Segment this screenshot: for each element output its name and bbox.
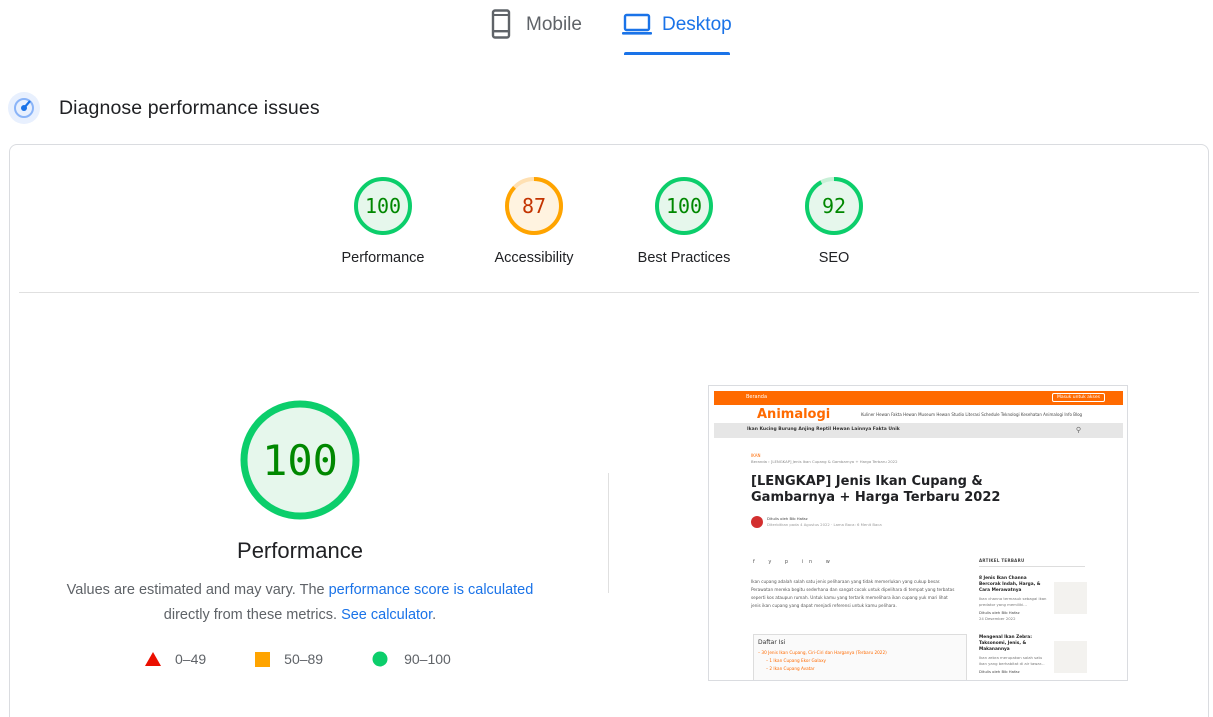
- thumb-toc-title: Daftar Isi: [758, 639, 786, 646]
- gauge-score: 100: [666, 194, 702, 218]
- thumb-article-image: [1054, 582, 1087, 614]
- legend-range: 0–49: [175, 651, 207, 667]
- legend-pass: 90–100: [372, 651, 451, 667]
- thumb-sidebar-article: 8 Jenis Ikan Channa Bercorak Indah, Harg…: [979, 576, 1087, 622]
- legend-average: 50–89: [255, 651, 323, 667]
- note-text: Values are estimated and may vary. The: [66, 582, 329, 598]
- circle-icon: [372, 651, 388, 667]
- triangle-icon: [145, 652, 161, 666]
- thumb-article-desc: Ikan zebra merupakan salah satu ikan yan…: [979, 655, 1045, 666]
- gauge-label: Performance: [341, 250, 425, 266]
- divider: [979, 566, 1085, 567]
- legend-range: 50–89: [284, 651, 324, 667]
- performance-gauge-large: 100: [239, 399, 361, 521]
- gauge-score: 92: [822, 194, 846, 218]
- gauge-performance[interactable]: 100 Performance: [323, 175, 443, 266]
- avatar: [751, 516, 763, 528]
- thumb-headline: [LENGKAP] Jenis Ikan Cupang & Gambarnya …: [751, 474, 1001, 505]
- legend-fail: 0–49: [145, 651, 206, 667]
- thumb-categories: Ikan Kucing Burung Anjing Reptil Hewan L…: [747, 427, 900, 432]
- speedometer-icon: [8, 92, 40, 124]
- thumb-sidebar-article: Mengenal Ikan Zebra: Taksonomi, Jenis, &…: [979, 635, 1087, 675]
- tab-desktop-label: Desktop: [662, 14, 732, 35]
- thumb-share-icons: f y p in w: [753, 559, 836, 565]
- performance-score: 100: [262, 436, 338, 485]
- thumb-author-meta: Diterbitkan pada 4 Agustus 2022 · Lama B…: [767, 522, 882, 527]
- tab-mobile-label: Mobile: [526, 14, 582, 35]
- thumb-article-image: [1054, 641, 1087, 673]
- thumb-tag: IKAN: [751, 453, 761, 458]
- gauge-ring: 100: [655, 177, 713, 235]
- gauge-label: SEO: [818, 250, 850, 266]
- section-title: Diagnose performance issues: [59, 96, 320, 119]
- laptop-icon: [622, 8, 652, 40]
- thumb-category-bar: Ikan Kucing Burung Anjing Reptil Hewan L…: [714, 423, 1123, 438]
- active-tab-indicator: [624, 52, 730, 55]
- thumb-topbar: Beranda Masuk untuk akses: [714, 391, 1123, 405]
- thumb-paragraph: Ikan cupang adalah salah satu jenis peli…: [751, 579, 955, 608]
- gauge-ring: 87: [505, 177, 563, 235]
- note-text: directly from these metrics.: [163, 607, 342, 623]
- thumb-logo: Animalogi: [757, 407, 831, 422]
- performance-score-link[interactable]: performance score is calculated: [329, 582, 534, 598]
- performance-title: Performance: [237, 538, 363, 563]
- square-icon: [255, 651, 271, 667]
- gauge-ring: 92: [805, 177, 863, 235]
- tab-desktop[interactable]: Desktop: [622, 8, 734, 56]
- divider: [19, 292, 1199, 293]
- see-calculator-link[interactable]: See calculator: [341, 607, 432, 623]
- thumb-author: Ditulis oleh Bib Hafaz Diterbitkan pada …: [751, 516, 882, 528]
- thumb-article-date: 24 Desember 2022: [979, 616, 1016, 621]
- score-legend: 0–49 50–89 90–100: [145, 651, 500, 667]
- gauge-label: Best Practices: [637, 250, 731, 266]
- note-text: .: [432, 607, 437, 623]
- search-icon: ⚲: [1075, 426, 1081, 434]
- thumb-toc-item: – 2 Ikan Cupang Avatar: [766, 666, 815, 671]
- thumb-breadcrumb: Beranda › [LENGKAP] Jenis Ikan Cupang & …: [751, 459, 898, 464]
- score-note: Values are estimated and may vary. The p…: [40, 578, 560, 628]
- thumb-nav: Kuliner Hewan Fakta Hewan Museum Hewan S…: [861, 412, 1083, 417]
- legend-range: 90–100: [404, 651, 451, 667]
- vertical-divider: [608, 473, 609, 593]
- gauge-score: 87: [522, 194, 546, 218]
- section-header: Diagnose performance issues: [8, 92, 320, 124]
- gauge-best-practices[interactable]: 100 Best Practices: [624, 175, 744, 266]
- thumb-login-button: Masuk untuk akses: [1051, 393, 1105, 402]
- gauge-score: 100: [365, 194, 401, 218]
- thumb-toc-item: – 30 Jenis Ikan Cupang, Ciri-Ciri dan Ha…: [758, 650, 887, 655]
- thumb-sidebar-heading: ARTIKEL TERBARU: [979, 558, 1025, 563]
- thumb-article-title: Mengenal Ikan Zebra: Taksonomi, Jenis, &…: [979, 635, 1032, 652]
- smartphone-icon: [488, 8, 514, 40]
- tab-mobile[interactable]: Mobile: [488, 8, 598, 56]
- score-gauges: 100 Performance 87 Accessibility 100 Bes…: [10, 175, 1208, 275]
- gauge-label: Accessibility: [494, 250, 574, 266]
- thumb-toc-item: – 1 Ikan Cupang Ekor Galaxy: [766, 658, 827, 663]
- gauge-ring: 100: [354, 177, 412, 235]
- device-tabs: Mobile Desktop: [0, 0, 1213, 60]
- report-card: 100 Performance 87 Accessibility 100 Bes…: [9, 144, 1209, 717]
- thumb-home-link: Beranda: [746, 394, 768, 400]
- gauge-seo[interactable]: 92 SEO: [774, 175, 894, 266]
- gauge-accessibility[interactable]: 87 Accessibility: [474, 175, 594, 266]
- thumb-toc: Daftar Isi – 30 Jenis Ikan Cupang, Ciri-…: [753, 634, 967, 680]
- page-screenshot-thumbnail: Beranda Masuk untuk akses Animalogi Kuli…: [708, 385, 1128, 681]
- thumb-article-title: 8 Jenis Ikan Channa Bercorak Indah, Harg…: [979, 576, 1041, 593]
- thumb-article-author: Ditulis oleh Bib Hafaz: [979, 669, 1020, 674]
- thumb-article-desc: Ikan channa termasuk sebagai ikan predat…: [979, 596, 1047, 607]
